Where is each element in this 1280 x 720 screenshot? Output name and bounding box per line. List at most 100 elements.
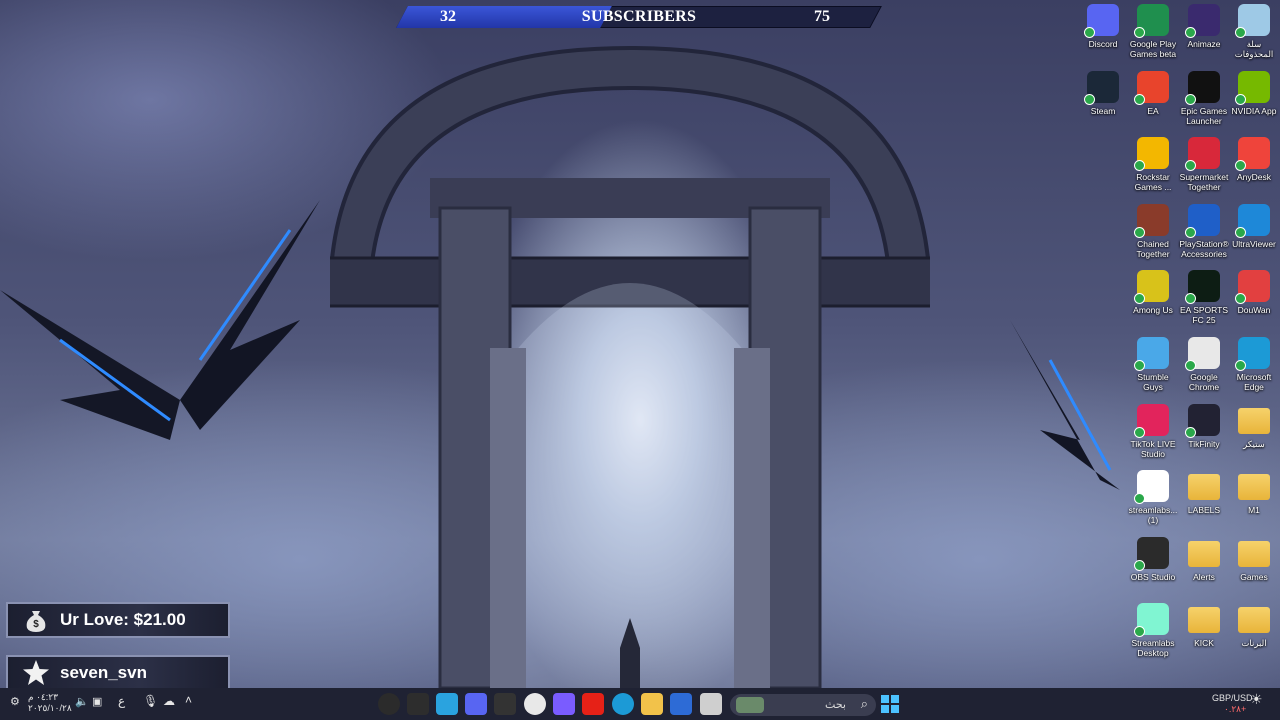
desktop-icon-label: Chained Together [1136,238,1170,259]
desktop-icon[interactable]: البرنات [1228,603,1280,648]
desktop-icon[interactable]: Supermarket Together [1178,137,1230,192]
chrome-icon[interactable] [524,693,546,715]
sync-check-icon [1084,93,1095,105]
nvidia-icon [1235,70,1270,105]
desktop-icon[interactable]: Discord [1077,4,1129,49]
folder-icon [1188,474,1220,501]
taskbar-search-box[interactable]: بحث ⌕ [730,694,876,716]
epic-games-icon [1185,70,1220,105]
streamlabs-icon[interactable] [407,693,429,715]
desktop-icon[interactable]: Animaze [1178,4,1230,49]
desktop-icon[interactable]: Google Chrome [1178,337,1230,392]
desktop-icon[interactable]: AnyDesk [1228,137,1280,182]
desktop-icon[interactable]: سلة المحذوفات [1228,4,1280,59]
battery-app-icon[interactable] [494,693,516,715]
tiktok-live-icon [1134,403,1169,438]
desktop-icon[interactable]: Chained Together [1127,203,1179,259]
desktop-icon-label: OBS Studio [1130,571,1176,582]
desktop-icon[interactable]: Google Play Games beta [1127,4,1179,59]
desktop-icon[interactable]: ستيكر [1228,404,1280,449]
desktop-icon-label: NVIDIA App [1231,105,1277,116]
sync-check-icon [1235,360,1246,371]
subscriber-goal-label: SUBSCRIBERS [581,8,697,25]
desktop-icon[interactable]: Alerts [1178,537,1230,582]
obs-icon[interactable] [378,693,400,715]
notification-icon[interactable]: ⚙ [10,697,20,708]
copilot-icon[interactable] [553,693,575,715]
youtube-icon[interactable] [582,693,604,715]
desktop-icon[interactable]: streamlabs... (1) [1127,470,1179,525]
desktop-icon[interactable]: Rockstar Games ... [1127,137,1179,192]
ticker-label[interactable]: GBP/USD [1212,693,1253,704]
desktop-icon[interactable]: UltraViewer [1228,203,1280,249]
sync-check-icon [1134,426,1145,438]
desktop-icon[interactable]: Epic Games Launcher [1178,70,1230,126]
desktop-icon[interactable]: DouWan [1228,270,1280,315]
desktop-icon[interactable]: NVIDIA App [1228,70,1280,116]
sync-check-icon [1134,559,1145,571]
playstation-icon [1185,203,1220,238]
sync-check-icon [1134,93,1145,105]
desktop-icon[interactable]: TikTok LIVE Studio [1127,403,1179,459]
desktop-icon[interactable]: PlayStation® Accessories [1178,203,1230,259]
folder-icon [1238,607,1270,634]
desktop-icon-label: Google Play Games beta [1129,39,1177,59]
money-bag-icon: $ [22,606,50,634]
desktop-icon-label: البرنات [1241,638,1267,649]
sync-check-icon [1185,226,1196,238]
desktop-icon[interactable]: M1 [1228,470,1280,515]
desktop-icon-label: ستيكر [1243,438,1265,449]
sync-check-icon [1134,493,1145,505]
microphone-icon[interactable]: 🎙 [143,695,158,707]
desktop-icon[interactable]: KICK [1178,603,1230,648]
desktop-icon[interactable]: EA [1127,70,1179,116]
sync-check-icon [1185,27,1196,38]
rockstar-icon [1134,137,1169,172]
desktop-icon[interactable]: EA SPORTS FC 25 [1178,270,1230,325]
ea-sports-fc-icon [1185,270,1220,305]
file-explorer-icon[interactable] [641,693,663,715]
desktop-icon[interactable]: TikFinity [1178,403,1230,449]
onedrive-icon[interactable]: ☁ [163,695,175,707]
discord-icon[interactable] [465,693,487,715]
desktop-icon-label: Steam [1090,105,1116,116]
desktop-icon[interactable]: Streamlabs Desktop [1127,603,1179,658]
ticker-value[interactable]: ٠.٢٨+ [1224,704,1246,715]
search-icon: ⌕ [860,696,868,711]
clock-time[interactable]: ٠٤:٢٣ م [28,692,58,703]
supermarket-together-icon [1185,137,1220,172]
sync-check-icon [1235,293,1246,305]
desktop-icon[interactable]: Among Us [1127,270,1179,315]
desktop-icon[interactable]: Microsoft Edge [1228,337,1280,392]
desktop-icon[interactable]: Steam [1077,70,1129,116]
edge-icon[interactable] [612,693,634,715]
start-windows-icon[interactable] [879,693,901,715]
desktop-icon-label: Alerts [1193,571,1215,582]
telegram-icon[interactable] [436,693,458,715]
latest-user-name: seven_svn [60,663,147,682]
desktop-icon-label: سلة المحذوفات [1234,39,1274,59]
clock-date[interactable]: ٢٠٢٥/١٠/٢٨ [28,703,72,714]
desktop-icon-label: Streamlabs Desktop [1131,638,1175,659]
desktop-icon[interactable]: LABELS [1178,470,1230,515]
folder-icon [1238,540,1270,567]
language-indicator[interactable]: ع [118,695,125,707]
desktop-icon-label: Discord [1088,39,1118,49]
show-hidden-icons-chevron-icon[interactable]: ˄ [185,694,192,706]
desktop-icon[interactable]: Stumble Guys [1127,337,1179,392]
store-icon[interactable] [670,693,692,715]
task-view-icon[interactable] [700,693,722,715]
desktop-icon-label: Among Us [1133,305,1173,316]
network-icon[interactable]: ▣ [92,697,102,708]
folder-icon [1238,407,1270,434]
desktop-icon-label: streamlabs... (1) [1128,505,1178,526]
volume-icon[interactable]: 🔈 [75,697,89,708]
sync-check-icon [1185,360,1196,371]
desktop-icon-label: PlayStation® Accessories [1179,238,1229,259]
svg-text:$: $ [33,619,39,630]
desktop-icon[interactable]: OBS Studio [1127,536,1179,582]
desktop-icon[interactable]: Games [1228,537,1280,582]
weather-widget-icon[interactable]: ☀ [1250,692,1263,706]
taskbar: ٠٤:٢٣ م ٢٠٢٥/١٠/٢٨ ⚙ 🔈 ▣ ع 🎙 ☁ ˄ بحث ⌕ G… [0,688,1280,720]
sync-check-icon [1235,226,1246,238]
